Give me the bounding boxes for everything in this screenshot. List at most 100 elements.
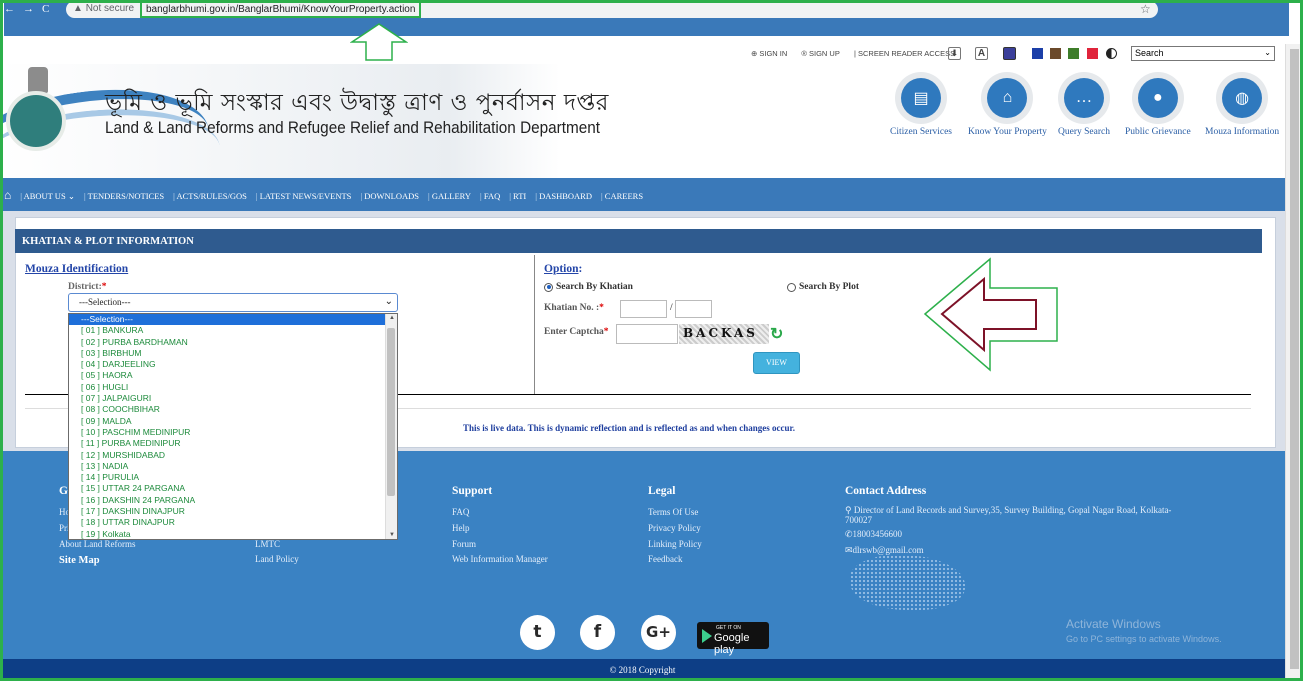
district-option[interactable]: [ 13 ] NADIA	[69, 461, 397, 472]
sign-up-link[interactable]: ® SIGN UP	[801, 49, 845, 58]
district-option[interactable]: [ 12 ] MURSHIDABAD	[69, 450, 397, 461]
globe-icon: ◍	[1222, 78, 1263, 118]
nav-rti[interactable]: RTI	[513, 191, 526, 201]
legal-link[interactable]: Terms Of Use	[648, 507, 698, 517]
bookmark-star-icon[interactable]: ☆	[1140, 2, 1151, 16]
district-option[interactable]: [ 17 ] DAKSHIN DINAJPUR	[69, 506, 397, 517]
department-logo[interactable]	[6, 91, 66, 151]
annotation-left-arrow	[923, 257, 1058, 372]
district-option[interactable]: [ 10 ] PASCHIM MEDINIPUR	[69, 427, 397, 438]
contrast-text-icon[interactable]	[1003, 47, 1016, 60]
browser-address-bar: ←→C ▲ Not secure banglarbhumi.gov.in/Ban…	[0, 0, 1303, 36]
support-link[interactable]: Help	[452, 523, 470, 533]
theme-brown-swatch[interactable]	[1050, 48, 1061, 59]
nav-careers[interactable]: CAREERS	[605, 191, 643, 201]
panel-title: KHATIAN & PLOT INFORMATION	[15, 229, 1262, 253]
service-public-grievance[interactable]: ● Public Grievance	[1125, 72, 1191, 137]
nav-about-us[interactable]: ABOUT US ⌄	[24, 191, 75, 201]
district-dropdown-list[interactable]: ---Selection--- [ 01 ] BANKURA [ 02 ] PU…	[68, 313, 398, 540]
legal-link[interactable]: Linking Policy	[648, 539, 702, 549]
option-heading: Option:	[544, 263, 583, 275]
service-query-search[interactable]: … Query Search	[1058, 72, 1110, 137]
footer-link[interactable]: Land Policy	[255, 554, 299, 564]
district-option[interactable]: [ 02 ] PURBA BARDHAMAN	[69, 337, 397, 348]
live-data-note: This is live data. This is dynamic refle…	[463, 423, 795, 433]
district-option[interactable]: [ 06 ] HUGLI	[69, 382, 397, 393]
legal-link[interactable]: Privacy Policy	[648, 523, 701, 533]
district-option[interactable]: [ 03 ] BIRBHUM	[69, 348, 397, 359]
facebook-icon[interactable]: f	[580, 615, 615, 650]
radio-unchecked-icon	[787, 282, 796, 292]
nav-dashboard[interactable]: DASHBOARD	[539, 191, 592, 201]
district-option[interactable]: [ 18 ] UTTAR DINAJPUR	[69, 517, 397, 528]
support-link[interactable]: FAQ	[452, 507, 469, 517]
theme-blue-swatch[interactable]	[1032, 48, 1043, 59]
district-option[interactable]: [ 09 ] MALDA	[69, 416, 397, 427]
district-option[interactable]: [ 07 ] JALPAIGURI	[69, 393, 397, 404]
theme-green-swatch[interactable]	[1068, 48, 1079, 59]
nav-gallery[interactable]: GALLERY	[432, 191, 471, 201]
footer-col1-heading: G	[59, 485, 68, 497]
district-option[interactable]: [ 15 ] UTTAR 24 PARGANA	[69, 483, 397, 494]
district-option[interactable]: [ 05 ] HAORA	[69, 370, 397, 381]
footer-link[interactable]: About Land Reforms	[59, 539, 136, 549]
page-scrollbar[interactable]	[1285, 44, 1303, 681]
radio-search-by-khatian[interactable]: Search By Khatian	[544, 282, 633, 292]
sign-in-link[interactable]: ⊕ SIGN IN	[751, 49, 793, 58]
view-button[interactable]: VIEW	[753, 352, 800, 374]
scroll-down-icon[interactable]: ▼	[389, 532, 395, 538]
refresh-captcha-icon[interactable]: ↻	[770, 324, 783, 344]
support-link[interactable]: Forum	[452, 539, 476, 549]
main-nav: ⌂ | ABOUT US ⌄ | TENDERS/NOTICES | ACTS/RUL…	[0, 178, 1285, 211]
home-icon[interactable]: ⌂	[4, 188, 11, 202]
scroll-up-icon[interactable]: ▲	[389, 315, 395, 321]
url-text[interactable]: banglarbhumi.gov.in/BanglarBhumi/KnowYou…	[140, 0, 422, 18]
service-know-your-property[interactable]: ⌂ Know Your Property	[968, 72, 1047, 137]
footer-link[interactable]: LMTC	[255, 539, 280, 549]
district-option[interactable]: [ 01 ] BANKURA	[69, 325, 397, 336]
radio-search-by-plot[interactable]: Search By Plot	[787, 282, 859, 292]
khatian-number-input[interactable]	[620, 300, 667, 318]
site-map-link[interactable]: Site Map	[59, 555, 100, 566]
legal-link[interactable]: Feedback	[648, 554, 682, 564]
district-option[interactable]: [ 04 ] DARJEELING	[69, 359, 397, 370]
district-option[interactable]: ---Selection---	[69, 314, 397, 326]
dropdown-scroll-thumb[interactable]	[387, 328, 395, 496]
district-select[interactable]: ---Selection--- ⌄	[68, 293, 398, 312]
page-scroll-thumb[interactable]	[1290, 49, 1299, 669]
play-store-icon	[702, 629, 712, 643]
khatian-separator: /	[670, 303, 673, 313]
captcha-input[interactable]	[616, 324, 678, 344]
not-secure-badge[interactable]: ▲ Not secure	[73, 3, 134, 14]
google-plus-icon[interactable]: G+	[641, 615, 676, 650]
district-option[interactable]: [ 08 ] COOCHBIHAR	[69, 404, 397, 415]
phone-icon: ✆	[845, 529, 853, 539]
nav-downloads[interactable]: DOWNLOADS	[364, 191, 419, 201]
nav-faq[interactable]: FAQ	[484, 191, 500, 201]
district-option[interactable]: [ 11 ] PURBA MEDINIPUR	[69, 438, 397, 449]
font-size-icon[interactable]: A	[975, 47, 988, 60]
district-option[interactable]: [ 16 ] DAKSHIN 24 PARGANA	[69, 495, 397, 506]
annotation-up-arrow	[350, 23, 408, 61]
screen-reader-link[interactable]: | SCREEN READER ACCESS	[854, 49, 961, 58]
nav-acts[interactable]: ACTS/RULES/GOS	[176, 191, 246, 201]
service-citizen-services[interactable]: ▤ Citizen Services	[890, 72, 952, 137]
district-label: District:*	[68, 282, 107, 292]
theme-red-swatch[interactable]	[1087, 48, 1098, 59]
activate-windows-subtitle: Go to PC settings to activate Windows.	[1066, 634, 1222, 644]
site-search-select[interactable]: Search ⌄	[1131, 46, 1275, 61]
twitter-icon[interactable]: t	[520, 615, 555, 650]
service-mouza-information[interactable]: ◍ Mouza Information	[1205, 72, 1279, 137]
support-link[interactable]: Web Information Manager	[452, 554, 548, 564]
contact-email[interactable]: ✉dlrswb@gmail.com	[845, 545, 924, 556]
download-icon[interactable]: ⬇	[948, 47, 961, 60]
high-contrast-icon[interactable]	[1106, 48, 1117, 59]
google-play-badge[interactable]: GET IT ON Google play	[697, 622, 769, 656]
chat-icon: …	[1064, 78, 1104, 118]
khatian-suffix-input[interactable]	[675, 300, 712, 318]
district-option[interactable]: [ 19 ] Kolkata	[69, 529, 397, 539]
nav-tenders[interactable]: TENDERS/NOTICES	[88, 191, 165, 201]
district-option[interactable]: [ 14 ] PURULIA	[69, 472, 397, 483]
contact-heading: Contact Address	[845, 485, 927, 497]
nav-news[interactable]: LATEST NEWS/EVENTS	[260, 191, 352, 201]
